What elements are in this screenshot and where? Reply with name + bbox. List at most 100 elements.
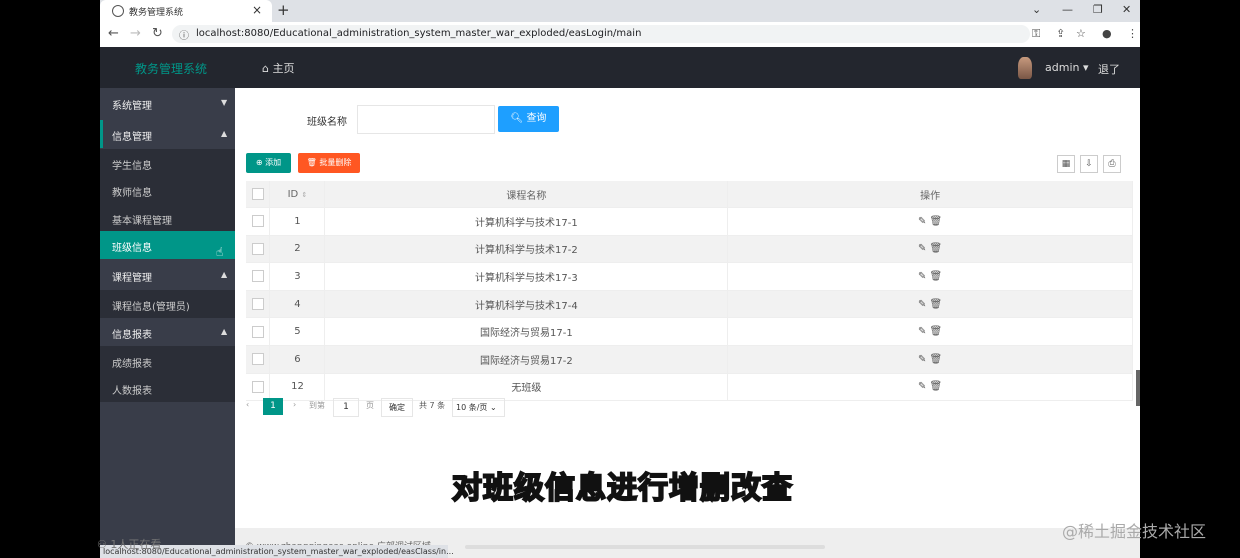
forward-icon[interactable]: → <box>130 26 141 41</box>
row-id: 5 <box>269 317 326 346</box>
edit-icon[interactable]: ✎ <box>918 381 926 392</box>
logout-link[interactable]: 退了 <box>1098 61 1120 77</box>
pagination: ‹ 1 › 到第 1 页 确定 共 7 条 10 条/页 ⌄ <box>246 398 646 418</box>
delete-icon[interactable]: 🗑︎ <box>930 216 943 227</box>
avatar[interactable] <box>1018 57 1032 79</box>
table-row: 2 计算机科学与技术17-2 ✎ 🗑︎ <box>246 235 1133 264</box>
share-icon[interactable]: ⇪ <box>1056 27 1065 40</box>
page-size-select[interactable]: 10 条/页 ⌄ <box>452 398 505 417</box>
row-checkbox[interactable] <box>251 325 264 338</box>
user-name: admin <box>1045 61 1080 74</box>
edit-icon[interactable]: ✎ <box>918 216 926 227</box>
export-icon[interactable]: ⇩ <box>1080 155 1098 173</box>
edit-icon[interactable]: ✎ <box>918 354 926 365</box>
row-checkbox[interactable] <box>251 353 264 366</box>
sidebar-item-system[interactable]: 系统管理 ▼ <box>100 88 235 116</box>
table-row: 1 计算机科学与技术17-1 ✎ 🗑︎ <box>246 207 1133 236</box>
delete-icon[interactable]: 🗑︎ <box>930 381 943 392</box>
class-table: ID ⇕ 课程名称 操作 1 计算机科学与技术17-1 ✎ 🗑︎ 2 计算机科学… <box>246 181 1133 402</box>
table-row: 3 计算机科学与技术17-3 ✎ 🗑︎ <box>246 262 1133 291</box>
row-name: 计算机科学与技术17-3 <box>324 262 729 291</box>
sidebar-item-count-report[interactable]: 人数报表 <box>100 374 235 402</box>
batch-delete-label: 批量删除 <box>319 158 352 167</box>
sidebar-item-class[interactable]: 班级信息 <box>100 231 235 259</box>
tab-title: 教务管理系统 <box>129 8 184 18</box>
plus-circle-icon: ⊕ <box>255 158 263 167</box>
columns-filter-icon[interactable]: ▦ <box>1057 155 1075 173</box>
page-size-value: 10 条/页 <box>456 403 488 412</box>
row-name: 计算机科学与技术17-2 <box>324 235 729 264</box>
add-button[interactable]: ⊕ 添加 <box>246 153 291 173</box>
row-name: 国际经济与贸易17-1 <box>324 317 729 346</box>
home-icon: ⌂ <box>262 62 269 75</box>
video-progress-bar[interactable] <box>465 545 825 549</box>
confirm-button[interactable]: 确定 <box>381 398 413 417</box>
edit-icon[interactable]: ✎ <box>918 271 926 282</box>
search-button[interactable]: 🔍︎ 查询 <box>498 106 559 132</box>
profile-icon[interactable]: ● <box>1102 27 1112 40</box>
class-name-input[interactable] <box>357 105 495 134</box>
table-row: 6 国际经济与贸易17-2 ✎ 🗑︎ <box>246 345 1133 374</box>
open-indicator <box>100 120 103 148</box>
batch-delete-button[interactable]: 🗑︎ 批量删除 <box>298 153 360 173</box>
browser-tab[interactable]: 教务管理系统 × <box>100 0 272 22</box>
sidebar-item-course-admin[interactable]: 课程信息(管理员) <box>100 290 235 318</box>
url-field[interactable]: ⓘ localhost:8080/Educational_administrat… <box>172 25 1030 43</box>
viewer-count-text: 1人正在看 <box>110 538 162 551</box>
row-checkbox[interactable] <box>251 270 264 283</box>
edit-icon[interactable]: ✎ <box>918 243 926 254</box>
maximize-icon[interactable]: ❐ <box>1093 3 1103 16</box>
delete-icon[interactable]: 🗑︎ <box>930 271 943 282</box>
sort-icon[interactable]: ⇕ <box>301 191 307 199</box>
sidebar-item-student[interactable]: 学生信息 <box>100 149 235 176</box>
edit-icon[interactable]: ✎ <box>918 326 926 337</box>
header-checkbox-cell[interactable] <box>246 181 271 208</box>
minimize-icon[interactable]: — <box>1062 3 1073 16</box>
chevron-down-icon[interactable]: ⌄ <box>1032 3 1041 16</box>
row-checkbox[interactable] <box>251 215 264 228</box>
header-actions: 操作 <box>727 181 1133 208</box>
sidebar-item-score-report[interactable]: 成绩报表 <box>100 346 235 374</box>
scrollbar[interactable] <box>1136 370 1140 406</box>
user-menu[interactable]: admin ▾ <box>1045 61 1089 74</box>
new-tab-icon[interactable]: + <box>277 1 290 19</box>
page-current[interactable]: 1 <box>263 398 283 415</box>
edit-icon[interactable]: ✎ <box>918 299 926 310</box>
row-id: 6 <box>269 345 326 374</box>
sidebar-item-report[interactable]: 信息报表 ▲ <box>100 318 235 346</box>
app-logo: 教务管理系统 <box>135 62 208 76</box>
home-label: 主页 <box>272 62 295 75</box>
nav-home[interactable]: ⌂ 主页 <box>262 60 294 76</box>
prev-page-icon[interactable]: ‹ <box>246 400 249 409</box>
sidebar-item-label: 基本课程管理 <box>112 216 172 227</box>
reload-icon[interactable]: ↻ <box>152 26 163 41</box>
trash-icon: 🗑︎ <box>306 158 317 167</box>
info-icon[interactable]: ⓘ <box>179 27 189 42</box>
delete-icon[interactable]: 🗑︎ <box>930 326 943 337</box>
sidebar-item-label: 班级信息 <box>112 243 152 254</box>
delete-icon[interactable]: 🗑︎ <box>930 354 943 365</box>
delete-icon[interactable]: 🗑︎ <box>930 299 943 310</box>
sidebar-item-info[interactable]: 信息管理 ▲ <box>100 120 235 148</box>
next-page-icon[interactable]: › <box>293 400 296 409</box>
menu-dots-icon[interactable]: ⋮ <box>1127 27 1138 40</box>
star-icon[interactable]: ☆ <box>1076 27 1086 40</box>
sidebar-item-course-basic[interactable]: 基本课程管理 <box>100 203 235 231</box>
header-id[interactable]: ID ⇕ <box>269 181 326 208</box>
print-icon[interactable]: ⎙ <box>1103 155 1121 173</box>
close-icon[interactable]: × <box>252 3 262 17</box>
row-checkbox[interactable] <box>251 380 264 393</box>
sidebar-item-course[interactable]: 课程管理 ▲ <box>100 262 235 290</box>
sidebar-item-teacher[interactable]: 教师信息 <box>100 176 235 203</box>
page-input[interactable]: 1 <box>333 398 359 417</box>
row-checkbox[interactable] <box>251 298 264 311</box>
row-name: 计算机科学与技术17-4 <box>324 290 729 319</box>
delete-icon[interactable]: 🗑︎ <box>930 243 943 254</box>
key-icon[interactable]: ⚿ <box>1032 27 1040 41</box>
search-icon: 🔍︎ <box>510 113 524 124</box>
back-icon[interactable]: ← <box>108 26 119 41</box>
select-all-checkbox[interactable] <box>251 188 264 200</box>
page-unit-label: 页 <box>366 401 374 410</box>
row-checkbox[interactable] <box>251 242 264 255</box>
window-close-icon[interactable]: ✕ <box>1122 3 1131 16</box>
